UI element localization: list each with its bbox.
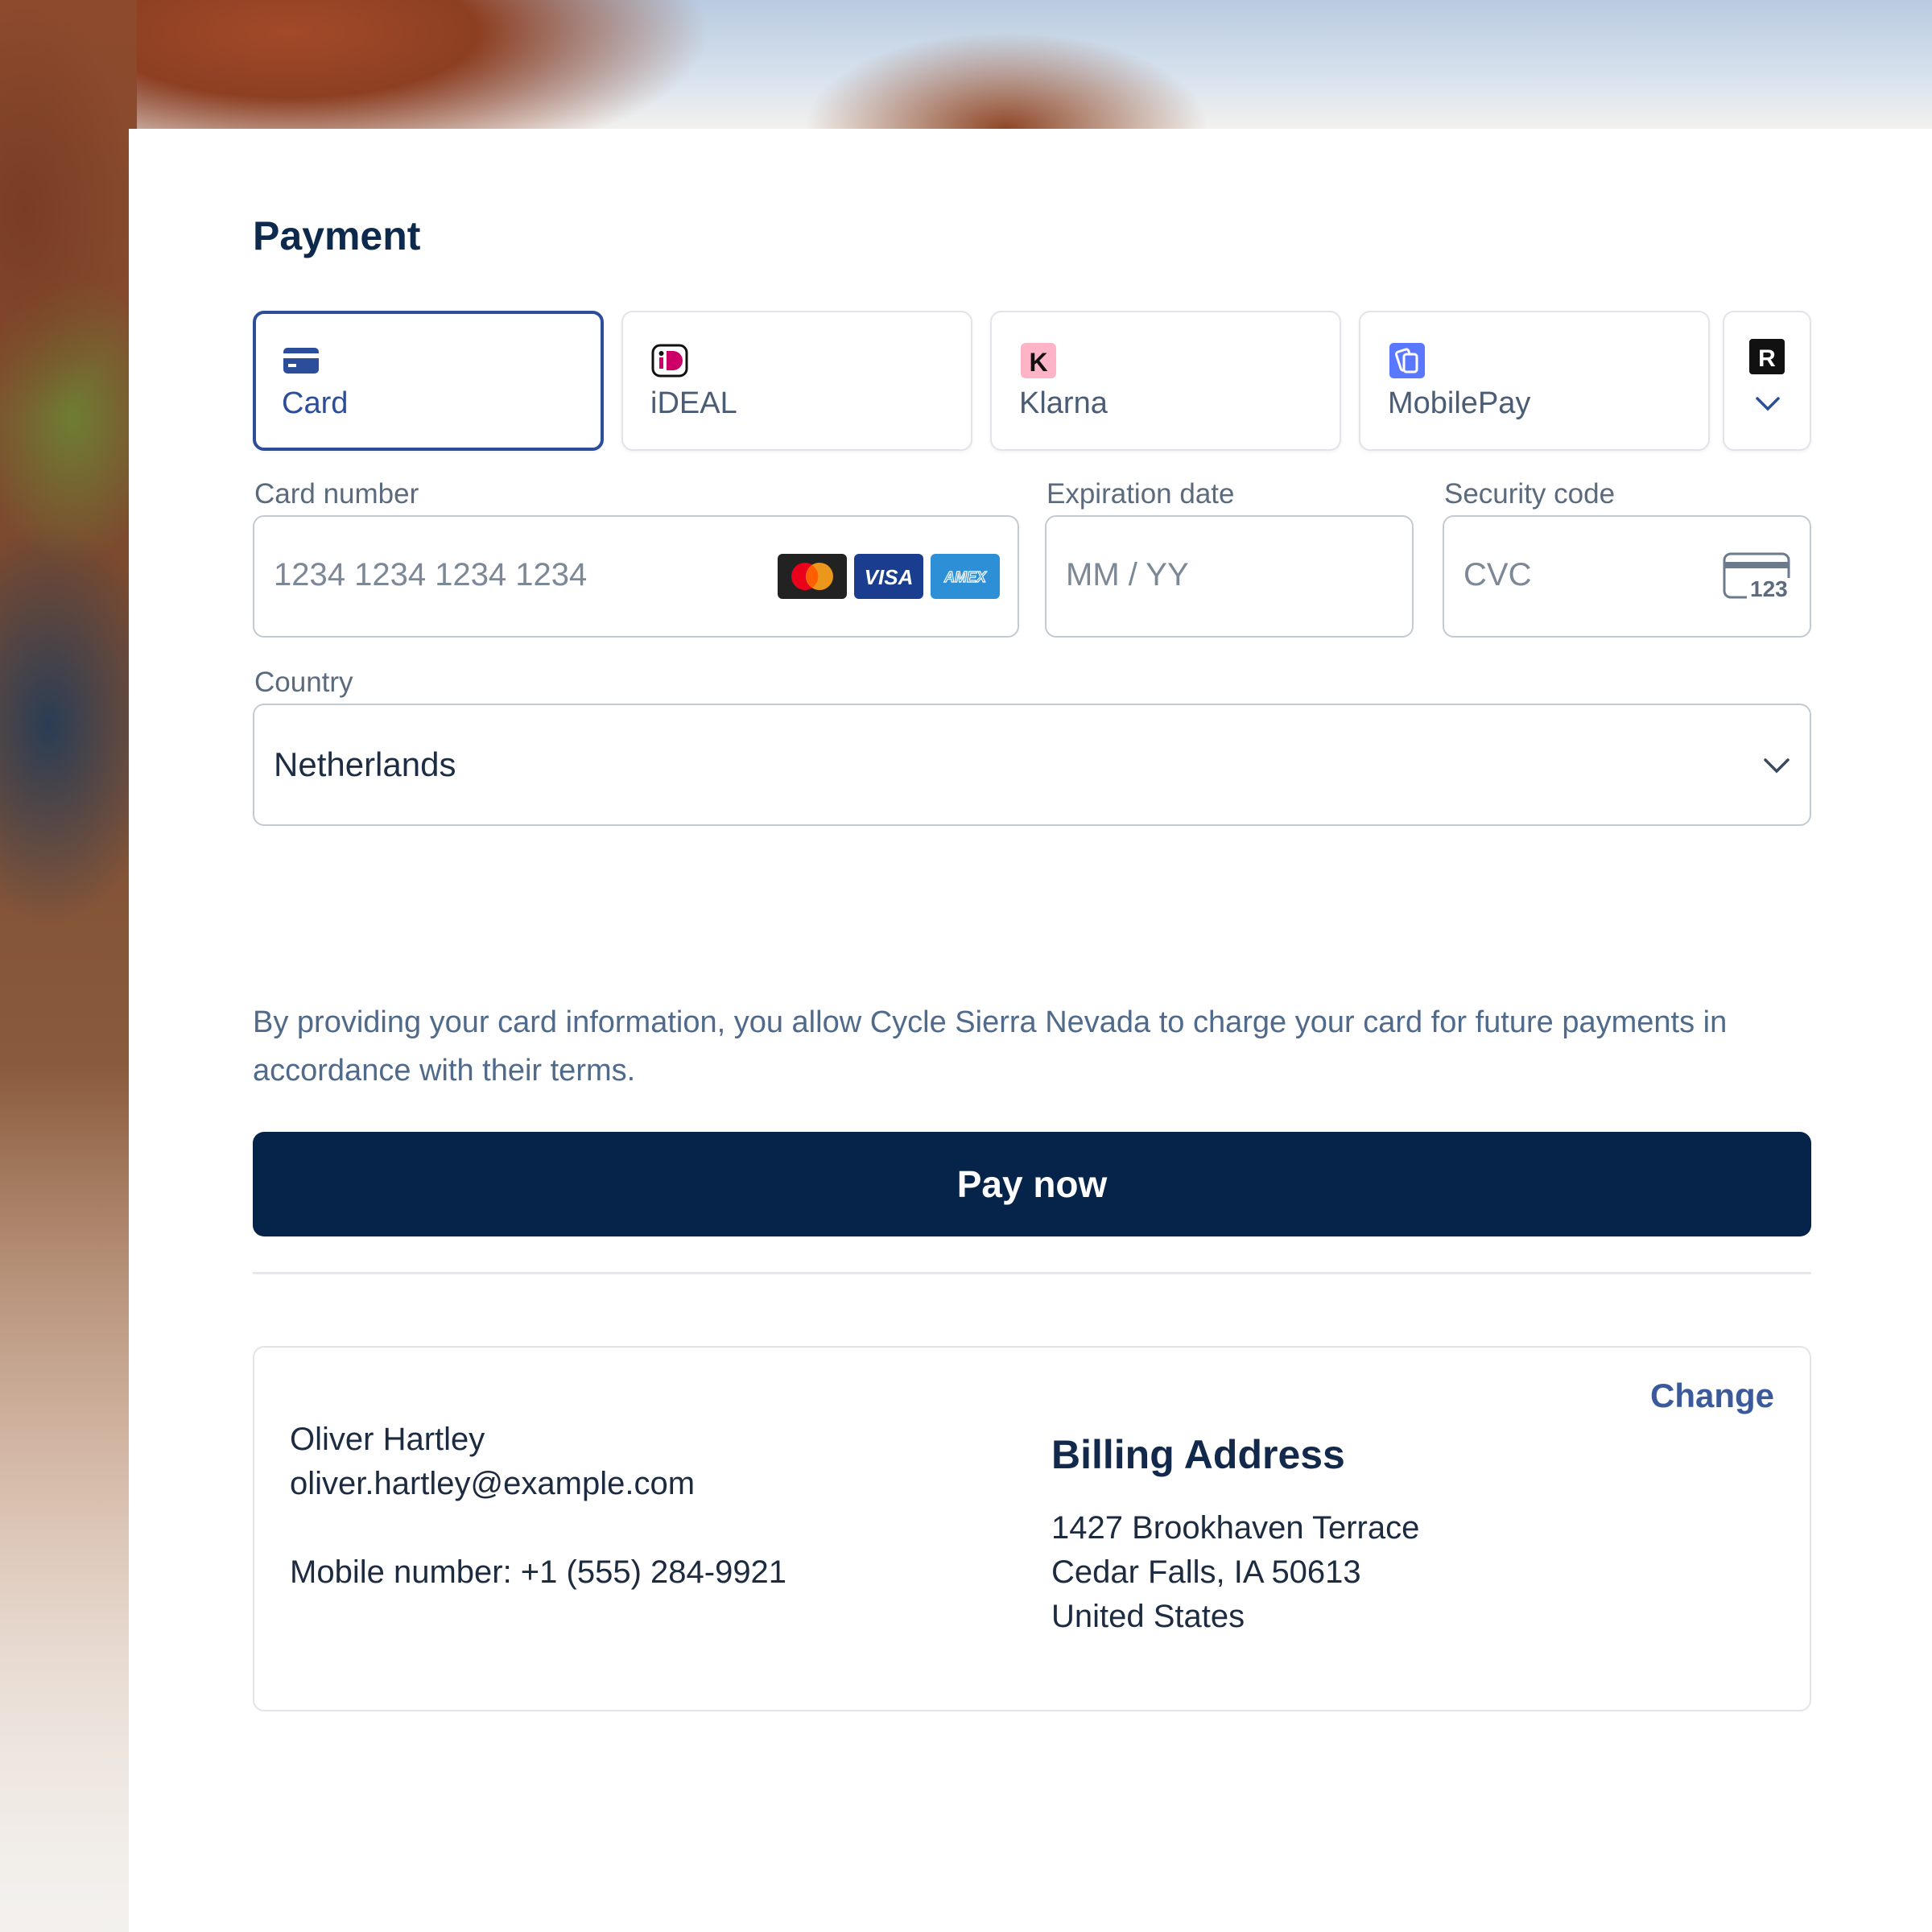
mastercard-icon xyxy=(778,554,847,599)
tab-klarna-label: Klarna xyxy=(1019,386,1108,420)
security-code-label: Security code xyxy=(1444,478,1616,510)
pay-now-button[interactable]: Pay now xyxy=(253,1132,1811,1236)
change-button[interactable]: Change xyxy=(1650,1377,1774,1415)
billing-address-line1: 1427 Brookhaven Terrace xyxy=(1051,1510,1420,1546)
billing-address-line2: Cedar Falls, IA 50613 xyxy=(1051,1554,1361,1590)
background-photo-left xyxy=(0,0,137,1932)
billing-address-heading: Billing Address xyxy=(1051,1432,1345,1477)
tab-card[interactable]: Card xyxy=(253,311,604,451)
svg-text:AMEX: AMEX xyxy=(943,569,987,585)
expiration-placeholder: MM / YY xyxy=(1066,557,1189,592)
country-value: Netherlands xyxy=(274,745,456,783)
security-code-placeholder: CVC xyxy=(1463,557,1532,592)
svg-text:VISA: VISA xyxy=(865,565,914,589)
svg-text:R: R xyxy=(1758,345,1776,372)
svg-text:K: K xyxy=(1029,348,1047,377)
tab-mobilepay[interactable]: MobilePay xyxy=(1359,311,1710,451)
customer-mobile: Mobile number: +1 (555) 284-9921 xyxy=(290,1554,787,1590)
tab-mobilepay-label: MobilePay xyxy=(1388,386,1531,420)
tab-ideal-label: iDEAL xyxy=(650,386,737,420)
expiration-label: Expiration date xyxy=(1046,478,1235,510)
customer-name: Oliver Hartley xyxy=(290,1422,485,1457)
country-label: Country xyxy=(254,667,353,698)
visa-icon: VISA xyxy=(854,554,923,599)
amex-icon: AMEX xyxy=(931,554,1000,599)
cvc-icon-text: 123 xyxy=(1750,576,1788,601)
country-select[interactable]: Netherlands xyxy=(253,704,1811,826)
card-icon xyxy=(282,341,320,380)
chevron-down-icon xyxy=(1755,394,1781,414)
payment-method-tabs: Card iDEAL K Klarna MobilePay R xyxy=(253,311,1811,451)
customer-email: oliver.hartley@example.com xyxy=(290,1466,696,1501)
billing-address-line3: United States xyxy=(1051,1599,1245,1634)
expiration-field[interactable]: MM / YY xyxy=(1045,515,1414,638)
card-number-field[interactable]: 1234 1234 1234 1234 VISA AMEX xyxy=(253,515,1019,638)
mobilepay-icon xyxy=(1388,341,1426,380)
page-title: Payment xyxy=(253,213,421,258)
card-number-label: Card number xyxy=(254,478,419,510)
card-number-placeholder: 1234 1234 1234 1234 xyxy=(274,557,588,592)
divider xyxy=(253,1272,1811,1274)
ideal-icon xyxy=(650,341,689,380)
tab-klarna[interactable]: K Klarna xyxy=(990,311,1341,451)
chevron-down-icon xyxy=(1763,755,1790,776)
cvc-card-icon: 123 xyxy=(1723,552,1792,602)
card-consent-notice: By providing your card information, you … xyxy=(253,1005,1728,1088)
more-methods-button[interactable]: R xyxy=(1723,311,1811,451)
security-code-field[interactable]: CVC 123 xyxy=(1443,515,1811,638)
tab-card-label: Card xyxy=(282,386,349,420)
tab-ideal[interactable]: iDEAL xyxy=(621,311,972,451)
revolut-icon: R xyxy=(1748,338,1785,375)
checkout-panel: Payment Card iDEAL K Klarna MobilePay R … xyxy=(129,129,1932,1932)
customer-summary: Oliver Hartley oliver.hartley@example.co… xyxy=(253,1346,1811,1711)
klarna-icon: K xyxy=(1019,341,1058,380)
